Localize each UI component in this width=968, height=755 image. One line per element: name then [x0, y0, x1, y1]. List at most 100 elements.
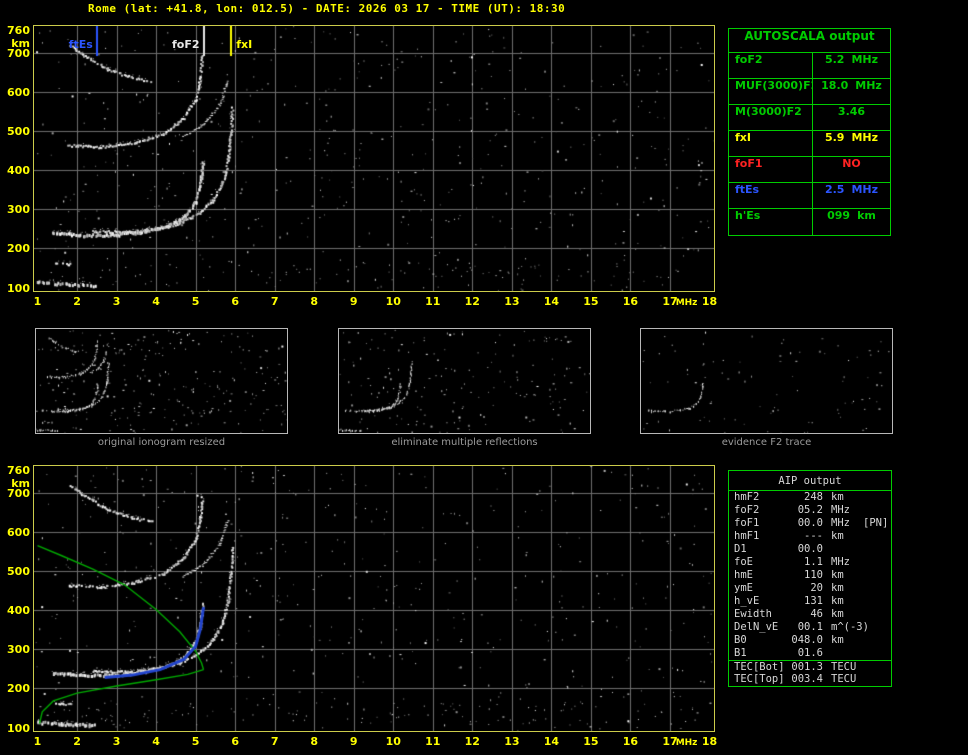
aip-row-label: foF2: [729, 504, 787, 517]
profile-plot-bottom: [33, 465, 715, 732]
aip-row-label: h_vE: [729, 595, 787, 608]
aip-row-extra: [861, 556, 891, 569]
aip-row-value: 00.0: [787, 543, 823, 556]
aip-row-B0: B0048.0km: [729, 634, 891, 647]
aip-row-foF1: foF100.0MHz[PN]: [729, 517, 891, 530]
aip-row-label: D1: [729, 543, 787, 556]
y-tick-label: 600: [4, 86, 30, 99]
x-tick-label: 5: [185, 295, 207, 308]
autoscala-row-value-cell: 099km: [813, 209, 890, 235]
y-tick-label: 760: [4, 24, 30, 37]
autoscala-row-value-cell: 5.2 MHz: [813, 53, 890, 78]
x-axis-unit: MHz: [676, 738, 698, 748]
y-tick-label: 100: [4, 722, 30, 735]
x-tick-label: 2: [66, 295, 88, 308]
aip-row-unit: km: [823, 530, 861, 543]
marker-label-ftEs: ftEs: [53, 38, 93, 51]
aip-row-B1: B101.6: [729, 647, 891, 660]
aip-row-TEC[Top]: TEC[Top]003.4TECU: [729, 673, 891, 686]
autoscala-row-label: foF1: [729, 157, 813, 182]
autoscala-row-label: h'Es: [729, 209, 813, 235]
aip-row-extra: [861, 582, 891, 595]
thumbnail-caption-original: original ionogram resized: [35, 437, 288, 448]
aip-row-extra: [861, 595, 891, 608]
y-axis-unit: km: [4, 37, 30, 50]
aip-row-value: 003.4: [787, 673, 823, 686]
autoscala-row-unit: MHz: [851, 183, 878, 208]
autoscala-table-title: AUTOSCALA output: [729, 29, 890, 53]
x-tick-label: 15: [580, 735, 602, 748]
aip-row-unit: [823, 543, 861, 556]
aip-row-value: 1.1: [787, 556, 823, 569]
autoscala-row-foF2: foF25.2MHz: [729, 53, 890, 79]
y-tick-label: 400: [4, 604, 30, 617]
thumbnail-evidence-f2: [640, 328, 893, 434]
thumbnail-caption-evidence: evidence F2 trace: [640, 437, 893, 448]
aip-row-value: ---: [787, 530, 823, 543]
aip-row-unit: MHz: [823, 517, 861, 530]
x-tick-label: 4: [145, 295, 167, 308]
aip-row-value: 00.0: [787, 517, 823, 530]
y-tick-label: 100: [4, 282, 30, 295]
aip-row-hmE: hmE110km: [729, 569, 891, 582]
autoscala-row-value: 3.46: [838, 105, 865, 130]
aip-row-ymE: ymE20km: [729, 582, 891, 595]
autoscala-row-value-cell: 2.5 MHz: [813, 183, 890, 208]
x-tick-label: 6: [224, 735, 246, 748]
aip-row-label: hmE: [729, 569, 787, 582]
autoscala-row-value: 5.2: [825, 53, 845, 78]
aip-row-label: B0: [729, 634, 787, 647]
autoscala-row-label: ftEs: [729, 183, 813, 208]
aip-row-label: TEC[Bot]: [729, 661, 787, 673]
ionogram-plot-top: [33, 25, 715, 292]
thumbnail-caption-eliminate: eliminate multiple reflections: [338, 437, 591, 448]
autoscala-row-unit: MHz: [851, 53, 878, 78]
autoscala-row-value: 2.5: [825, 183, 845, 208]
thumbnail-canvas-evidence: [641, 329, 892, 433]
aip-row-extra: [861, 621, 891, 634]
x-tick-label: 14: [540, 295, 562, 308]
x-tick-label: 12: [461, 295, 483, 308]
y-tick-label: 760: [4, 464, 30, 477]
aip-row-unit: TECU: [823, 661, 861, 673]
profile-canvas-bottom: [34, 466, 714, 731]
aip-row-unit: km: [823, 634, 861, 647]
aip-row-Ewidth: Ewidth46km: [729, 608, 891, 621]
aip-row-value: 048.0: [787, 634, 823, 647]
aip-row-value: 00.1: [787, 621, 823, 634]
aip-row-unit: km: [823, 595, 861, 608]
aip-row-unit: [823, 647, 861, 660]
autoscala-row-value: NO: [842, 157, 861, 182]
aip-row-unit: km: [823, 569, 861, 582]
aip-row-label: foF1: [729, 517, 787, 530]
x-tick-label: 5: [185, 735, 207, 748]
x-tick-label: 10: [382, 295, 404, 308]
aip-row-unit: MHz: [823, 504, 861, 517]
y-tick-label: 300: [4, 203, 30, 216]
aip-row-hmF2: hmF2248km: [729, 491, 891, 504]
aip-row-extra: [861, 661, 891, 673]
x-tick-label: 11: [422, 735, 444, 748]
aip-row-extra: [861, 569, 891, 582]
aip-row-unit: MHz: [823, 556, 861, 569]
ionogram-canvas-top: [34, 26, 714, 291]
autoscala-row-value: 18.0: [821, 79, 848, 104]
aip-row-value: 131: [787, 595, 823, 608]
aip-row-value: 05.2: [787, 504, 823, 517]
x-tick-label: 12: [461, 735, 483, 748]
x-tick-label: 6: [224, 295, 246, 308]
aip-row-label: B1: [729, 647, 787, 660]
y-tick-label: 400: [4, 164, 30, 177]
aip-row-value: 248: [787, 491, 823, 504]
aip-row-extra: [861, 608, 891, 621]
aip-row-extra: [861, 543, 891, 556]
aip-row-extra: [861, 504, 891, 517]
aip-row-foE: foE1.1MHz: [729, 556, 891, 569]
x-tick-label: 8: [303, 735, 325, 748]
y-tick-label: 200: [4, 242, 30, 255]
aip-table-title: AIP output: [729, 471, 891, 491]
aip-output-table: AIP output hmF2248kmfoF205.2MHzfoF100.0M…: [728, 470, 892, 687]
x-tick-label: 13: [501, 295, 523, 308]
autoscala-row-unit: km: [857, 209, 876, 235]
y-axis-unit: km: [4, 477, 30, 490]
